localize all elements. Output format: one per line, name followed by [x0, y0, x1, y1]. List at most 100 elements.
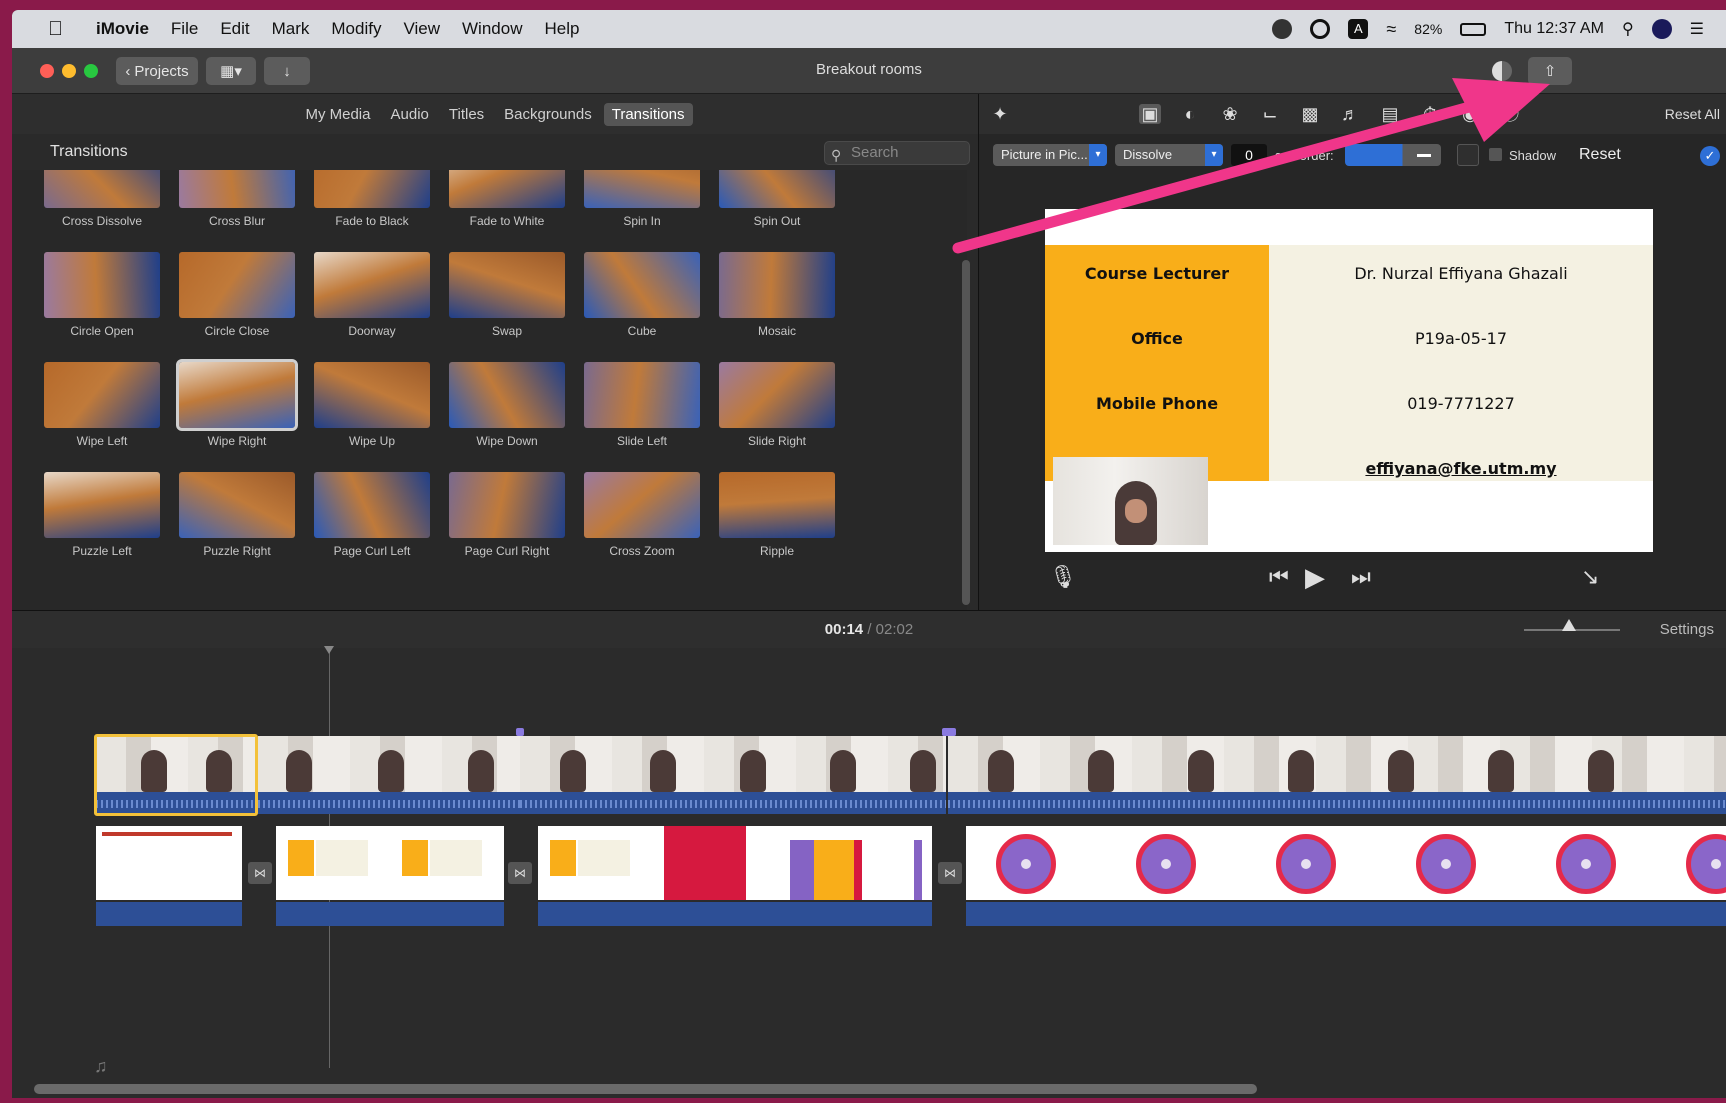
picture-in-picture-webcam[interactable]	[1053, 457, 1208, 545]
menu-mark[interactable]: Mark	[272, 19, 310, 39]
skip-forward-icon[interactable]: ⏭	[1351, 564, 1371, 590]
voiceover-mic-icon[interactable]: 🎙	[1049, 564, 1077, 590]
speed-icon[interactable]: ⏱	[1419, 104, 1441, 124]
transition-tile[interactable]: Swap	[449, 252, 565, 338]
transition-label: Spin In	[623, 214, 661, 228]
reset-all-button[interactable]: Reset All	[1665, 106, 1720, 122]
transition-tile[interactable]: Page Curl Right	[449, 472, 565, 558]
search-input[interactable]: ⚲ Search	[824, 141, 970, 165]
playhead-knob[interactable]	[324, 646, 334, 654]
tab-my-media[interactable]: My Media	[297, 103, 378, 126]
transition-marker[interactable]: ⋈	[248, 862, 272, 884]
overlay-clip-4[interactable]	[966, 826, 1726, 926]
stabilization-icon[interactable]: ▩	[1299, 104, 1321, 124]
transition-tile[interactable]: Puzzle Right	[179, 472, 295, 558]
transition-marker[interactable]: ⋈	[938, 862, 962, 884]
magic-wand-icon[interactable]: ✦	[989, 104, 1011, 124]
noise-reduction-icon[interactable]: ▤	[1379, 104, 1401, 124]
transition-label: Page Curl Right	[464, 544, 550, 558]
video-preview[interactable]: Course Lecturer Dr. Nurzal Effiyana Ghaz…	[1045, 209, 1653, 552]
menu-edit[interactable]: Edit	[220, 19, 249, 39]
browser-scrollbar[interactable]	[962, 260, 970, 605]
menu-file[interactable]: File	[171, 19, 198, 39]
overlay-mode-select[interactable]: Picture in Pic... ▾	[993, 144, 1107, 166]
overlay-clip-bar	[966, 902, 1726, 926]
sync-icon[interactable]	[1310, 19, 1331, 39]
transition-tile[interactable]: Cross Zoom	[584, 472, 700, 558]
slide-diagram	[1416, 834, 1476, 894]
video-overlay-icon[interactable]: ▣	[1139, 104, 1161, 124]
enhance-button[interactable]	[1488, 57, 1516, 85]
transition-tile[interactable]: Page Curl Left	[314, 472, 430, 558]
timeline-settings-button[interactable]: Settings	[1660, 621, 1714, 638]
menu-help[interactable]: Help	[544, 19, 579, 39]
transition-tile[interactable]: Spin In	[584, 170, 700, 228]
clip-filter-icon[interactable]: ◉	[1459, 104, 1481, 124]
zoom-slider-thumb[interactable]	[1562, 619, 1576, 631]
transition-tile[interactable]: Spin Out	[719, 170, 835, 228]
timeline[interactable]: ⋈ ⋈ ⋈ ♫	[12, 646, 1726, 1098]
clip-marker[interactable]	[516, 728, 524, 736]
wifi-icon[interactable]: ≈	[1386, 19, 1396, 40]
duration-field[interactable]: 0	[1231, 144, 1267, 166]
cloud-icon[interactable]	[1272, 19, 1293, 39]
clip-marker[interactable]	[942, 728, 956, 736]
fullscreen-icon[interactable]: ↘	[1581, 564, 1599, 590]
overlay-clip-1[interactable]	[96, 826, 242, 926]
siri-icon[interactable]	[1651, 19, 1672, 39]
overlay-clip-2[interactable]	[276, 826, 504, 926]
tab-audio[interactable]: Audio	[383, 103, 437, 126]
overlay-clip-3[interactable]	[538, 826, 932, 926]
video-clip-2[interactable]	[258, 736, 520, 814]
transition-tile[interactable]: Wipe Left	[44, 362, 160, 448]
apply-checkmark-button[interactable]: ✓	[1700, 146, 1720, 166]
border-color-swatch[interactable]	[1457, 144, 1479, 166]
reset-button[interactable]: Reset	[1579, 146, 1621, 164]
video-clip-3[interactable]	[520, 736, 946, 814]
transition-tile[interactable]: Slide Left	[584, 362, 700, 448]
share-button[interactable]: ⇧	[1528, 57, 1572, 85]
notification-center-icon[interactable]: ☰	[1690, 19, 1704, 39]
transition-tile[interactable]: Wipe Down	[449, 362, 565, 448]
tab-transitions[interactable]: Transitions	[603, 102, 693, 126]
transition-tile[interactable]: Cube	[584, 252, 700, 338]
spotlight-search-icon[interactable]: ⚲	[1622, 19, 1634, 39]
color-balance-icon[interactable]: ◐	[1179, 104, 1201, 124]
menu-view[interactable]: View	[403, 19, 440, 39]
transition-tile[interactable]: Wipe Up	[314, 362, 430, 448]
transition-tile[interactable]: Puzzle Left	[44, 472, 160, 558]
transition-tile[interactable]: Ripple	[719, 472, 835, 558]
transition-tile[interactable]: Circle Close	[179, 252, 295, 338]
transition-tile[interactable]: Wipe Right	[176, 359, 298, 448]
border-style-select[interactable]	[1345, 144, 1441, 166]
clock[interactable]: Thu 12:37 AM	[1504, 20, 1604, 38]
transition-tile[interactable]: Fade to Black	[314, 170, 430, 228]
transition-tile[interactable]: Slide Right	[719, 362, 835, 448]
input-source-icon[interactable]: A	[1348, 19, 1369, 39]
battery-icon[interactable]	[1460, 22, 1487, 36]
menu-app-name[interactable]: iMovie	[96, 19, 149, 39]
transition-tile[interactable]: Mosaic	[719, 252, 835, 338]
slide-mini-label	[550, 840, 576, 876]
transition-tile[interactable]: Doorway	[314, 252, 430, 338]
transition-style-select[interactable]: Dissolve ▾	[1115, 144, 1223, 166]
video-clip-4[interactable]	[948, 736, 1726, 814]
transition-tile[interactable]: Circle Open	[44, 252, 160, 338]
menu-window[interactable]: Window	[462, 19, 522, 39]
info-icon[interactable]: ⓘ	[1499, 104, 1521, 124]
skip-back-icon[interactable]: ⏮	[1269, 564, 1289, 590]
transition-tile[interactable]: Cross Dissolve	[44, 170, 160, 228]
menu-modify[interactable]: Modify	[331, 19, 381, 39]
tab-titles[interactable]: Titles	[441, 103, 492, 126]
shadow-checkbox[interactable]	[1489, 148, 1502, 161]
volume-icon[interactable]: ♬	[1339, 104, 1361, 124]
color-correction-icon[interactable]: ❀	[1219, 104, 1241, 124]
transition-marker[interactable]: ⋈	[508, 862, 532, 884]
play-icon[interactable]: ▶	[1305, 562, 1325, 593]
apple-icon[interactable]: 	[48, 18, 68, 41]
timeline-scrollbar[interactable]	[34, 1084, 1257, 1094]
crop-icon[interactable]: ⌙	[1259, 104, 1281, 124]
transition-tile[interactable]: Fade to White	[449, 170, 565, 228]
transition-tile[interactable]: Cross Blur	[179, 170, 295, 228]
tab-backgrounds[interactable]: Backgrounds	[496, 103, 600, 126]
